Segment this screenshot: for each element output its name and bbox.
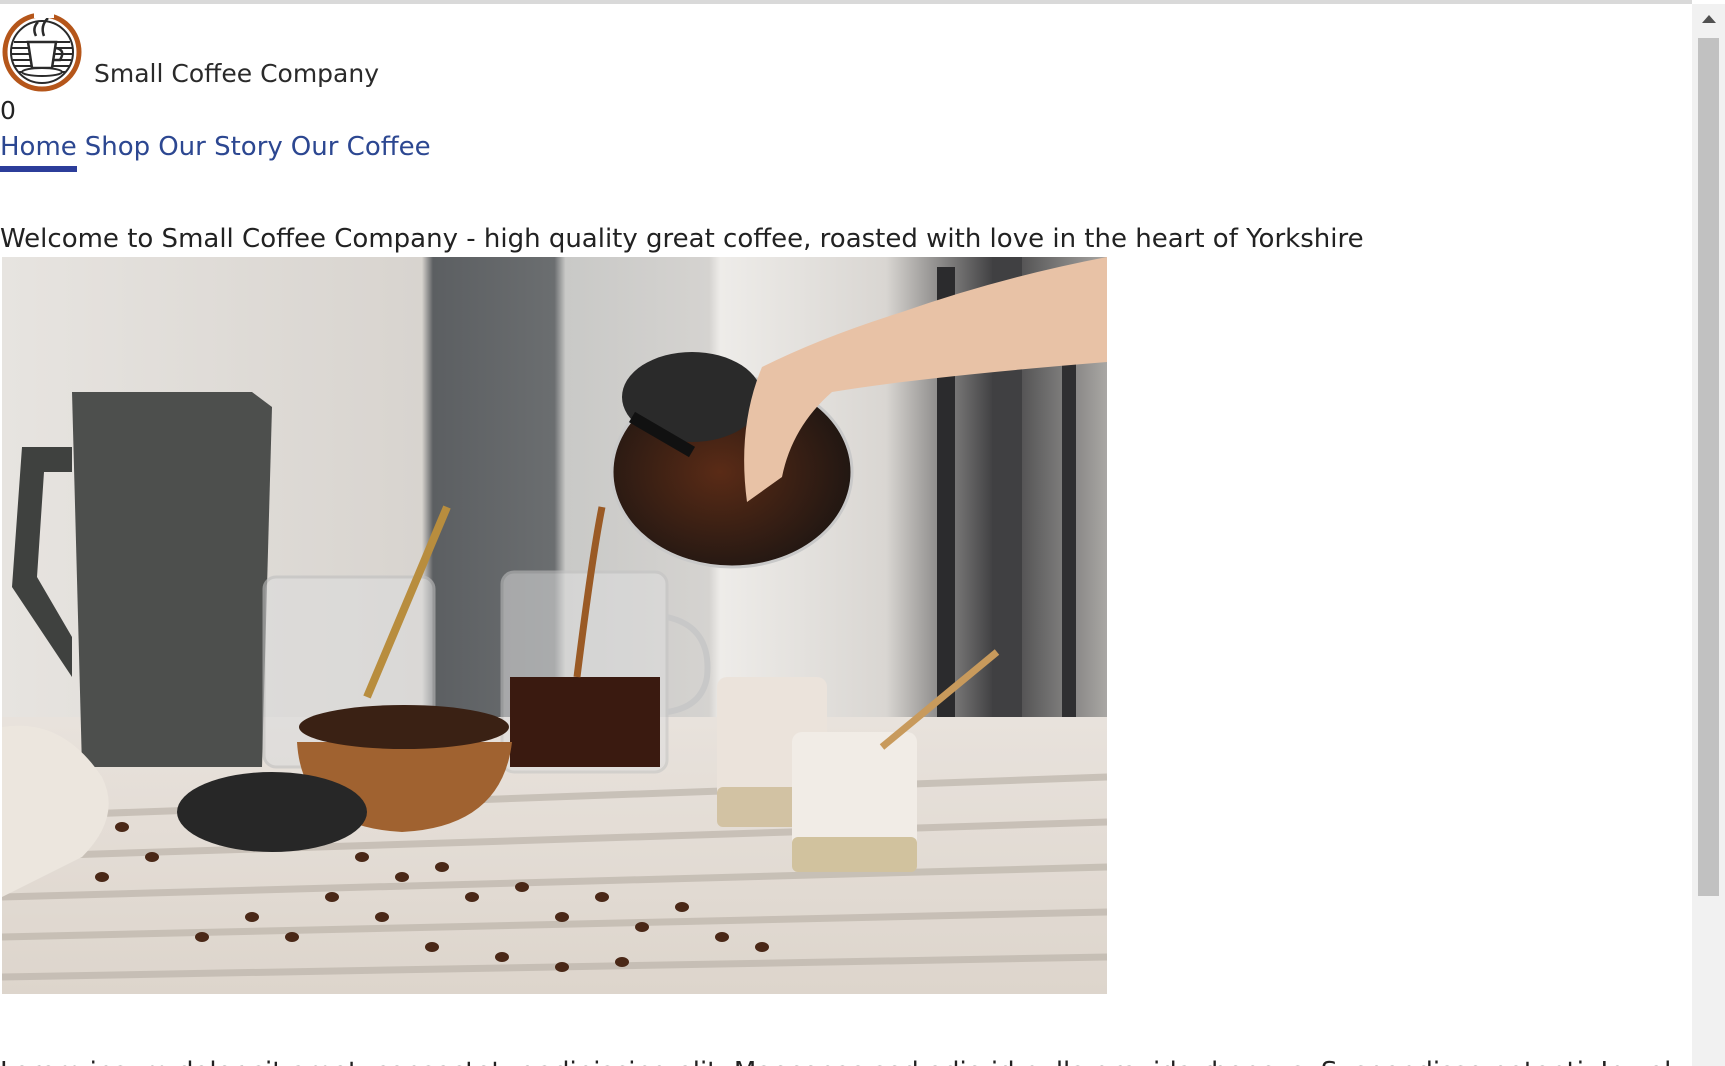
scrollbar-thumb[interactable] [1698,38,1719,896]
body-paragraph: Lorem ipsum dolor sit amet, consectetur … [0,1057,1690,1066]
vertical-scrollbar[interactable] [1692,4,1725,1066]
page-viewport: Small Coffee Company 0 Home Shop Our Sto… [0,4,1692,1066]
hero-coffee-image [2,257,1107,994]
coffee-cup-logo-icon[interactable] [2,12,82,92]
scroll-up-button[interactable] [1692,4,1725,34]
nav-item-shop[interactable]: Shop [85,132,150,172]
nav-item-home[interactable]: Home [0,132,77,172]
brand-header: Small Coffee Company [2,6,379,92]
brand-name: Small Coffee Company [94,59,379,88]
cart-count: 0 [0,96,16,125]
arrow-up-icon [1701,15,1716,23]
main-nav: Home Shop Our Story Our Coffee [0,132,431,172]
welcome-text: Welcome to Small Coffee Company - high q… [0,224,1364,254]
nav-item-our-story[interactable]: Our Story [158,132,283,172]
nav-item-our-coffee[interactable]: Our Coffee [291,132,431,172]
